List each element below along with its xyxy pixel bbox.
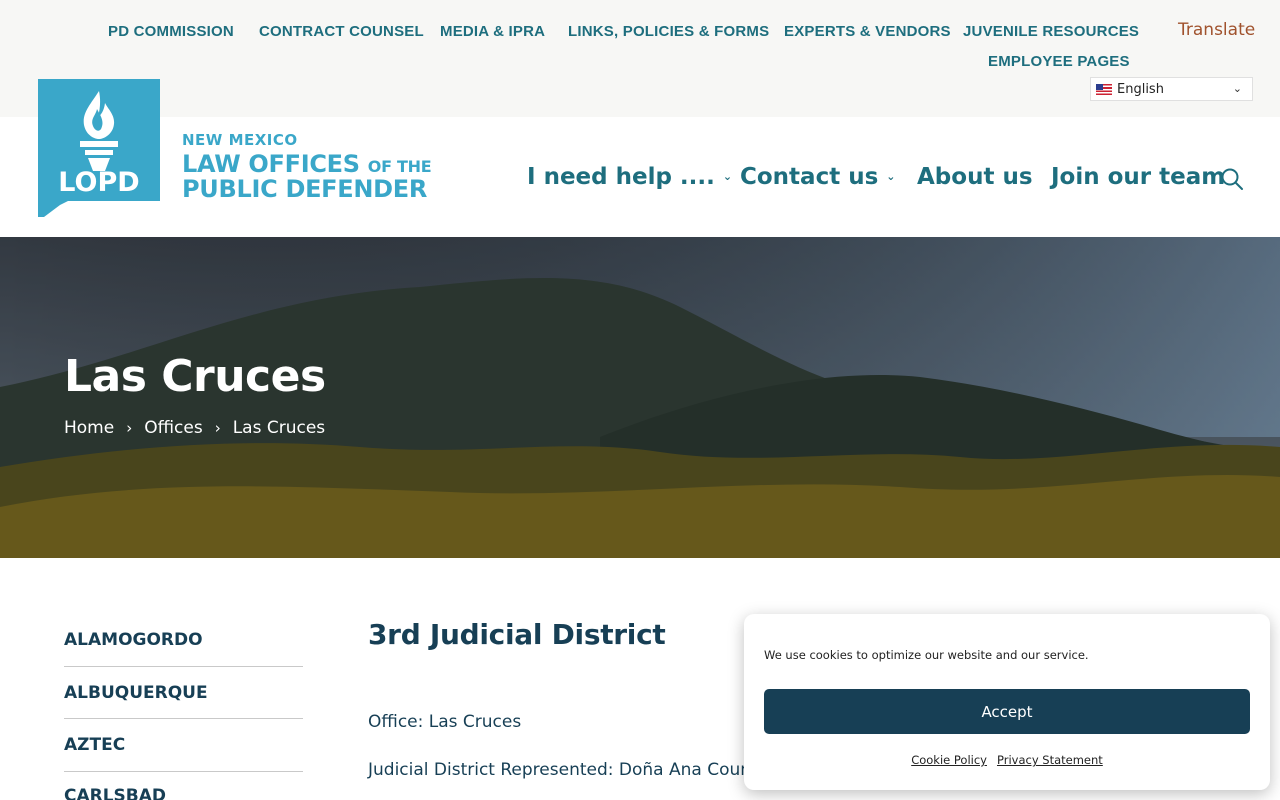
logo-mark-text: LOPD: [58, 167, 139, 198]
translate-label[interactable]: Translate: [1178, 20, 1255, 40]
utility-link-contract-counsel[interactable]: CONTRACT COUNSEL: [259, 23, 424, 40]
logo-line-public-defender: PUBLIC DEFENDER: [182, 175, 428, 203]
district-heading: 3rd Judicial District: [368, 618, 666, 651]
cookie-links: Cookie Policy Privacy Statement: [744, 753, 1270, 767]
breadcrumb-offices[interactable]: Offices: [144, 418, 202, 438]
sidebar-item-alamogordo[interactable]: ALAMOGORDO: [64, 630, 303, 650]
privacy-statement-link[interactable]: Privacy Statement: [997, 753, 1103, 767]
nav-join-our-team[interactable]: Join our team: [1051, 164, 1225, 190]
sidebar-item-carlsbad[interactable]: CARLSBAD: [64, 786, 303, 800]
office-line: Office: Las Cruces: [368, 712, 522, 732]
breadcrumb-current: Las Cruces: [232, 418, 326, 438]
chevron-down-icon: ⌄: [886, 170, 896, 183]
nav-contact-us[interactable]: Contact us ⌄: [740, 164, 896, 190]
sidebar-item-aztec[interactable]: AZTEC: [64, 735, 303, 755]
nav-i-need-help[interactable]: I need help .... ⌄: [527, 164, 732, 190]
sidebar-divider: [64, 771, 303, 772]
lopd-logo-mark[interactable]: LOPD: [38, 79, 160, 217]
us-flag-icon: [1096, 83, 1112, 95]
district-represented-line: Judicial District Represented: Doña Ana …: [368, 760, 768, 780]
nav-i-need-help-label: I need help ....: [527, 164, 715, 190]
language-select[interactable]: English ⌄: [1090, 77, 1253, 101]
logo-of-the-text: OF THE: [367, 157, 432, 176]
accept-cookies-button[interactable]: Accept: [764, 689, 1250, 734]
sidebar-divider: [64, 718, 303, 719]
search-icon[interactable]: [1220, 167, 1244, 191]
breadcrumb-home[interactable]: Home: [64, 418, 114, 438]
utility-link-media-ipra[interactable]: MEDIA & IPRA: [440, 23, 545, 40]
utility-link-employee-pages[interactable]: EMPLOYEE PAGES: [988, 53, 1130, 70]
sidebar-item-albuquerque[interactable]: ALBUQUERQUE: [64, 683, 303, 703]
nav-contact-us-label: Contact us: [740, 164, 879, 190]
cookie-consent-banner: We use cookies to optimize our website a…: [744, 614, 1270, 790]
logo-line-law-offices: LAW OFFICES OF THE: [182, 150, 432, 178]
chevron-down-icon: ⌄: [722, 170, 733, 183]
logo-law-offices-text: LAW OFFICES: [182, 150, 360, 178]
utility-link-experts-vendors[interactable]: EXPERTS & VENDORS: [784, 23, 951, 40]
logo-line-new-mexico: NEW MEXICO: [182, 131, 298, 149]
chevron-down-icon: ⌄: [1232, 82, 1242, 95]
utility-link-pd-commission[interactable]: PD COMMISSION: [108, 23, 234, 40]
utility-link-links-policies-forms[interactable]: LINKS, POLICIES & FORMS: [568, 23, 769, 40]
breadcrumb: Home › Offices › Las Cruces: [64, 418, 325, 438]
sidebar-divider: [64, 666, 303, 667]
chevron-right-icon: ›: [214, 419, 221, 437]
cookie-message: We use cookies to optimize our website a…: [764, 648, 1089, 662]
logo-wordmark[interactable]: NEW MEXICO LAW OFFICES OF THE PUBLIC DEF…: [182, 131, 432, 203]
utility-link-juvenile-resources[interactable]: JUVENILE RESOURCES: [963, 23, 1139, 40]
cookie-policy-link[interactable]: Cookie Policy: [911, 753, 987, 767]
page-title: Las Cruces: [64, 351, 326, 402]
chevron-right-icon: ›: [126, 419, 133, 437]
language-select-value: English: [1117, 81, 1164, 97]
nav-about-us[interactable]: About us: [917, 164, 1033, 190]
